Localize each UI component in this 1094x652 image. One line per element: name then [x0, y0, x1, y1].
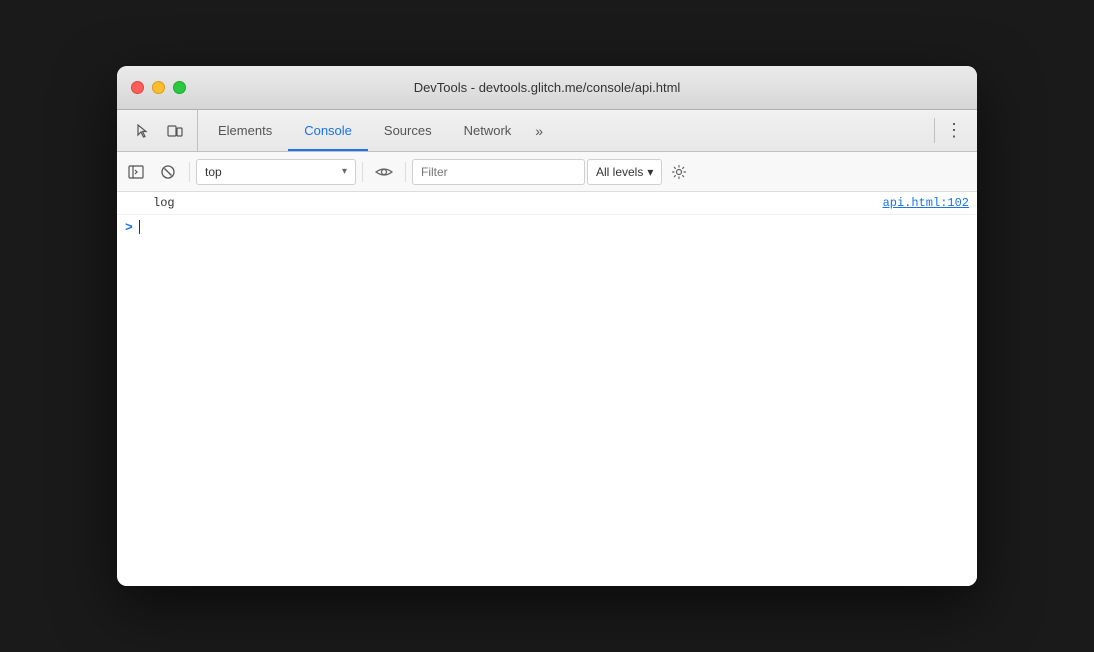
devtools-window: DevTools - devtools.glitch.me/console/ap…	[117, 66, 977, 586]
tabs: Elements Console Sources Network »	[202, 110, 934, 151]
context-selector[interactable]: top ▾	[196, 159, 356, 185]
tab-sources[interactable]: Sources	[368, 110, 448, 151]
sidebar-toggle-icon	[128, 164, 144, 180]
tab-console[interactable]: Console	[288, 110, 368, 151]
console-log-source[interactable]: api.html:102	[883, 196, 969, 210]
maximize-button[interactable]	[173, 81, 186, 94]
minimize-button[interactable]	[152, 81, 165, 94]
console-sidebar-toggle-button[interactable]	[121, 157, 151, 187]
tab-network[interactable]: Network	[448, 110, 528, 151]
clear-console-icon	[160, 164, 176, 180]
console-toolbar: top ▾ All levels ▾	[117, 152, 977, 192]
clear-console-button[interactable]	[153, 157, 183, 187]
inspect-element-button[interactable]	[129, 117, 157, 145]
console-cursor	[139, 220, 140, 234]
toolbar-separator-1	[189, 162, 190, 182]
device-toggle-icon	[167, 123, 183, 139]
window-title: DevTools - devtools.glitch.me/console/ap…	[414, 80, 681, 95]
toolbar-separator-3	[405, 162, 406, 182]
close-button[interactable]	[131, 81, 144, 94]
more-tabs-button[interactable]: »	[527, 110, 551, 151]
traffic-lights	[131, 81, 186, 94]
console-settings-button[interactable]	[664, 157, 694, 187]
console-log-row: log api.html:102	[117, 192, 977, 215]
live-expression-button[interactable]	[369, 157, 399, 187]
device-toggle-button[interactable]	[161, 117, 189, 145]
cursor-icon	[135, 123, 151, 139]
devtools-menu-button[interactable]: ⋮	[935, 110, 973, 151]
settings-icon	[671, 164, 687, 180]
console-input-row[interactable]: >	[117, 215, 977, 239]
filter-input-wrap[interactable]	[412, 159, 585, 185]
console-output: log api.html:102 >	[117, 192, 977, 586]
filter-input[interactable]	[421, 165, 576, 179]
console-log-text: log	[153, 196, 883, 210]
tab-left-icons	[121, 110, 198, 151]
toolbar-separator-2	[362, 162, 363, 182]
tab-elements[interactable]: Elements	[202, 110, 288, 151]
titlebar: DevTools - devtools.glitch.me/console/ap…	[117, 66, 977, 110]
log-levels-button[interactable]: All levels ▾	[587, 159, 662, 185]
live-expression-icon	[375, 165, 393, 179]
console-prompt: >	[125, 220, 133, 235]
tabbar: Elements Console Sources Network » ⋮	[117, 110, 977, 152]
